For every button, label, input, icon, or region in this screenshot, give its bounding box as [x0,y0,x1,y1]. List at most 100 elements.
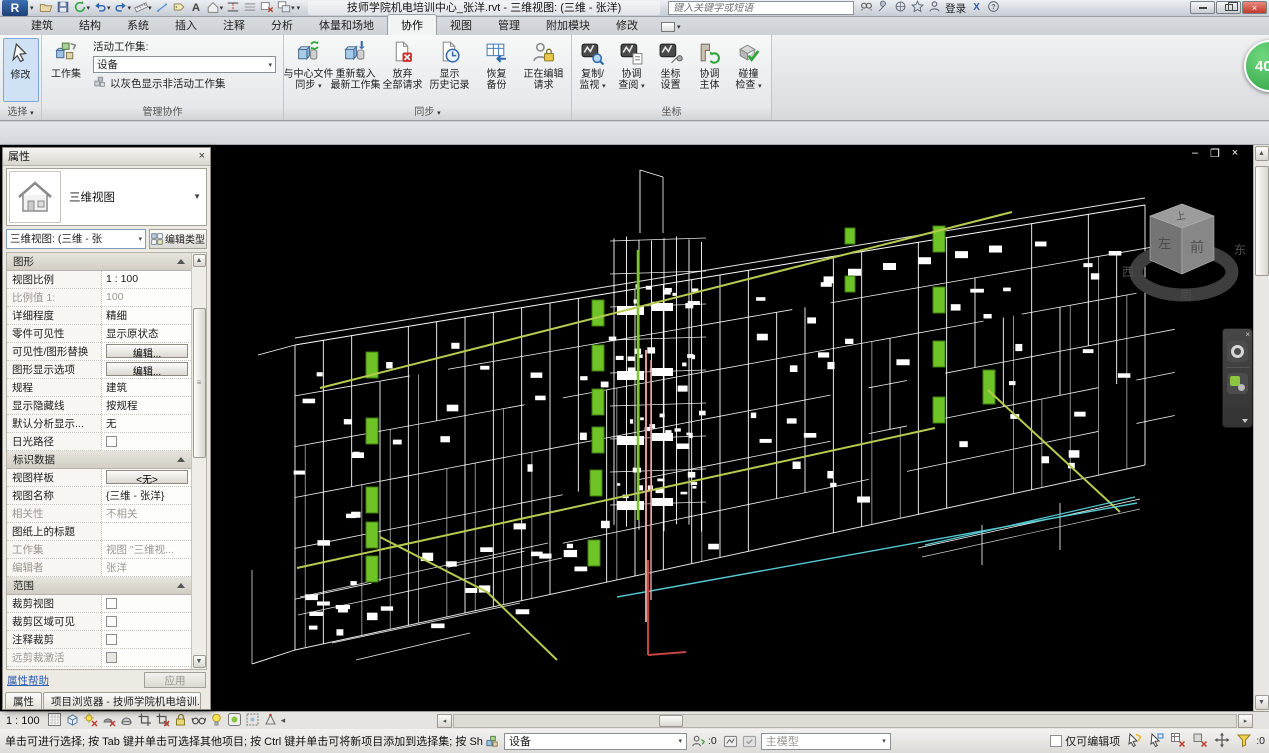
tab-修改[interactable]: 修改 [603,15,651,35]
aligned-dimension-button[interactable] [154,1,170,16]
property-value[interactable]: {三维 - 张洋} [102,487,191,504]
tab-视图[interactable]: 视图 [437,15,485,35]
detail-level-icon[interactable] [47,712,62,730]
property-value[interactable]: 100 [102,289,191,306]
palette-close-icon[interactable]: × [199,150,205,162]
infocenter-search[interactable] [668,1,854,15]
temporary-hide-icon[interactable] [191,712,206,730]
subscription-icon[interactable] [877,0,890,16]
tab-附加模块[interactable]: 附加模块 [533,15,603,35]
property-value[interactable]: 无 [102,415,191,432]
palette-scroll-up-icon[interactable]: ▲ [193,254,206,267]
workset-status-icon[interactable] [485,734,500,749]
close-button[interactable]: × [1242,1,1267,14]
sync-central-button[interactable]: 与中心文件同步 ▾ [285,38,332,92]
tab-协作[interactable]: 协作 [387,14,437,35]
panel-label-synchronize[interactable]: 同步 ▾ [284,105,571,120]
copy-monitor-button[interactable]: 复制/监视 ▾ [573,38,612,92]
save-button[interactable] [55,1,71,16]
crop-region-icon[interactable] [155,712,170,730]
reveal-hidden-icon[interactable] [209,712,224,730]
dropdown-caret-icon[interactable]: ▾ [291,4,295,12]
vertical-scrollbar[interactable]: ▲ ▼ [1253,145,1269,711]
signin-icon[interactable] [928,0,941,16]
view-minimize-icon[interactable]: – [1188,147,1202,160]
property-value[interactable]: 不相关 [102,505,191,522]
sync-qat-button[interactable]: ▾ [72,1,92,16]
tab-管理[interactable]: 管理 [485,15,533,35]
property-value[interactable]: 编辑... [102,343,191,360]
property-checkbox[interactable] [106,652,117,663]
property-checkbox[interactable] [106,598,117,609]
tab-properties[interactable]: 属性 [5,692,42,709]
coordination-review-button[interactable]: 协调查阅 ▾ [612,38,651,92]
property-value[interactable]: 精细 [102,307,191,324]
editing-requests-button[interactable]: 正在编辑请求 [520,38,567,91]
ribbon-state-icon[interactable] [661,22,675,32]
editable-only-dim-icon[interactable] [742,734,757,749]
design-option-select[interactable]: 主模型▾ [761,733,891,750]
redo-button[interactable]: ▾ [113,1,133,16]
modify-button[interactable]: 修改 [3,38,39,102]
hscroll-thumb[interactable] [659,715,683,727]
analytical-model-icon[interactable] [263,712,278,730]
editable-only-checkbox[interactable] [1050,735,1062,747]
app-menu-caret-icon[interactable]: ▾ [30,4,34,12]
tab-注释[interactable]: 注释 [210,15,258,35]
collapse-chevron-icon[interactable] [177,583,185,588]
editing-requests-status-icon[interactable] [691,734,706,749]
viewbar-collapse-icon[interactable]: ◂ [281,715,286,726]
communication-icon[interactable] [894,0,907,16]
property-edit-button[interactable]: 编辑... [106,344,188,358]
ribbon-state-caret-icon[interactable]: ▾ [677,23,681,31]
sun-path-icon[interactable] [83,712,98,730]
hscroll-right-icon[interactable]: ▸ [1238,714,1253,728]
navbar-expand-icon[interactable] [1242,419,1248,423]
palette-scroll-down-icon[interactable]: ▼ [193,655,206,668]
section-header[interactable]: 图形 [7,253,191,271]
tab-分析[interactable]: 分析 [258,15,306,35]
property-value[interactable] [102,649,191,666]
navbar-close-icon[interactable]: × [1245,331,1250,339]
horizontal-scrollbar[interactable]: ◂ ▸ [437,712,1253,729]
tab-project-browser[interactable]: 项目浏览器 - 技师学院机电培训... [43,692,201,709]
section-header[interactable]: 范围 [7,577,191,595]
rendering-icon[interactable] [119,712,134,730]
filter-icon[interactable] [1236,732,1252,751]
open-button[interactable] [38,1,54,16]
tab-结构[interactable]: 结构 [66,15,114,35]
lock-3d-icon[interactable] [173,712,188,730]
type-selector[interactable]: 三维视图 ▼ [6,168,207,226]
instance-selector[interactable]: 三维视图: (三维 - 张▾ [6,229,146,249]
tab-建筑[interactable]: 建筑 [18,15,66,35]
search-icon[interactable] [860,0,873,16]
measure-button[interactable]: ▾ [133,1,153,16]
favorites-icon[interactable] [911,0,924,16]
property-value[interactable] [102,433,191,450]
select-links-icon[interactable] [1126,732,1142,751]
interference-check-button[interactable]: 碰撞检查 ▾ [729,38,768,92]
customize-qat-icon[interactable]: ▾ [297,4,301,12]
close-hidden-windows-button[interactable] [259,1,275,16]
active-workset-select[interactable]: 设备▾ [93,56,276,73]
exchange-icon[interactable]: X [970,0,983,16]
switch-windows-button[interactable]: ▾ [276,1,296,16]
gray-inactive-worksets-toggle[interactable]: 以灰色显示非活动工作集 [93,75,276,92]
relinquish-button[interactable]: 放弃全部请求 [379,38,426,91]
undo-button[interactable]: ▾ [92,1,112,16]
palette-scroll-thumb[interactable]: ≡ [193,308,206,458]
crop-view-icon[interactable] [137,712,152,730]
steering-wheel-icon[interactable] [1227,341,1248,362]
tab-系统[interactable]: 系统 [114,15,162,35]
workset-select[interactable]: 设备▾ [504,733,687,750]
select-pinned-icon[interactable] [1170,732,1186,751]
property-value[interactable]: 张洋 [102,559,191,576]
restore-backup-button[interactable]: 恢复备份 [473,38,520,91]
shadows-icon[interactable] [101,712,116,730]
section-header[interactable]: 标识数据 [7,451,191,469]
restore-button[interactable] [1216,1,1241,14]
minimize-button[interactable] [1190,1,1215,14]
panel-label-select[interactable]: 选择 ▾ [0,105,41,120]
tag-button[interactable] [171,1,187,16]
drag-elements-icon[interactable] [1214,732,1230,751]
